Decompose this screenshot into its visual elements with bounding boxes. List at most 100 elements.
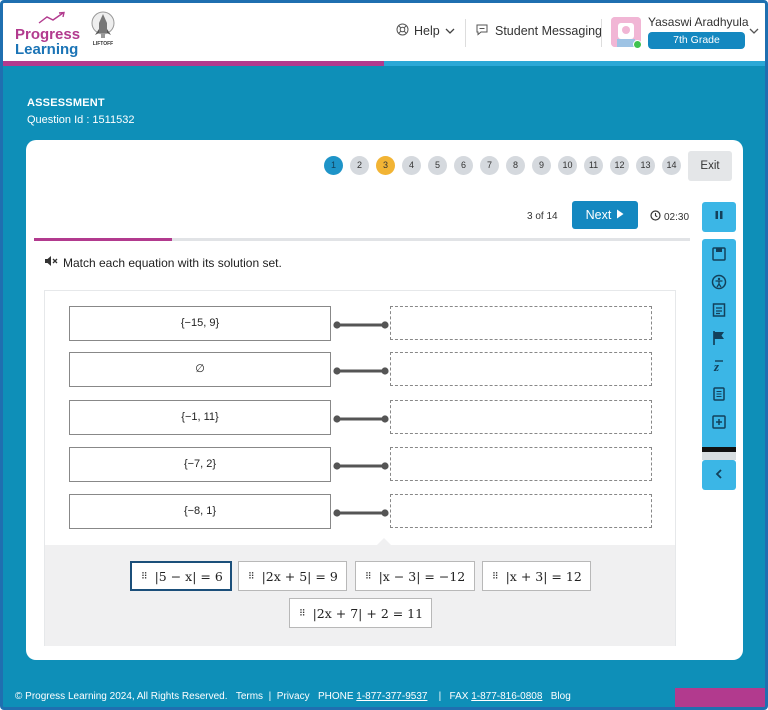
terms-link[interactable]: Terms: [236, 691, 263, 702]
drag-handle-icon[interactable]: ⠿: [299, 608, 306, 619]
page-11-button[interactable]: 11: [584, 156, 603, 175]
accessibility-icon[interactable]: [710, 273, 728, 291]
drag-handle-icon[interactable]: ⠿: [248, 571, 255, 582]
match-connector: [333, 459, 389, 471]
header-divider: [601, 19, 602, 47]
tools-rail: z: [702, 239, 736, 449]
answer-chip-label: |x − 3| = −12: [378, 568, 466, 584]
play-icon: [616, 208, 624, 222]
logo-swoosh-icon: [37, 11, 67, 28]
match-connector: [333, 506, 389, 518]
chat-icon: [475, 23, 489, 39]
drop-zone[interactable]: [390, 494, 652, 528]
fax-label: FAX: [449, 691, 469, 702]
student-messaging-button[interactable]: Student Messaging: [475, 23, 602, 39]
translate-icon[interactable]: z: [710, 357, 728, 375]
copyright: © Progress Learning 2024, All Rights Res…: [15, 691, 228, 702]
reference-sheet-icon[interactable]: [710, 301, 728, 319]
solution-set-label: {−7, 2}: [69, 447, 331, 482]
speaker-muted-icon[interactable]: [44, 255, 58, 270]
liftoff-label: LIFTOFF: [92, 41, 114, 47]
phone-label: PHONE: [317, 691, 354, 702]
page-13-button[interactable]: 13: [636, 156, 655, 175]
blog-link[interactable]: Blog: [551, 691, 571, 702]
solution-set-label: {−15, 9}: [69, 306, 331, 341]
user-name[interactable]: Yasaswi Aradhyula: [648, 15, 749, 29]
footer-separator: |: [438, 691, 442, 702]
fax-link[interactable]: 1-877-816-0808: [471, 691, 542, 702]
answer-chip[interactable]: ⠿ |2x + 7| + 2 = 11: [289, 598, 432, 628]
user-menu-chevron-icon[interactable]: [749, 27, 759, 38]
grade-badge: 7th Grade: [648, 32, 745, 49]
solution-set-label: ∅: [69, 352, 331, 387]
answer-bank: ⠿ |5 − x| = 6 ⠿ |2x + 5| = 9 ⠿ |x − 3| = −12 ⠿…: [45, 538, 675, 646]
page-9-button[interactable]: 9: [532, 156, 551, 175]
matching-workspace: ⠿ |5 − x| = 6 ⠿ |2x + 5| = 9 ⠿ |x − 3| = −12 ⠿…: [44, 290, 676, 646]
drag-handle-icon[interactable]: ⠿: [365, 571, 372, 582]
privacy-link[interactable]: Privacy: [277, 691, 310, 702]
question-card: 1 2 3 4 5 6 7 8 9 10 11 12 13 14 Exit 3 of 14 Next 02…: [26, 140, 743, 660]
help-icon: [396, 23, 409, 39]
bank-notch: [377, 538, 391, 545]
header-divider: [465, 19, 466, 47]
online-status-indicator: [633, 40, 642, 49]
drag-handle-icon[interactable]: ⠿: [141, 571, 148, 582]
page-10-button[interactable]: 10: [558, 156, 577, 175]
page-4-button[interactable]: 4: [402, 156, 421, 175]
answer-chip[interactable]: ⠿ |x + 3| = 12: [482, 561, 591, 591]
page-14-button[interactable]: 14: [662, 156, 681, 175]
answer-chip-label: |2x + 7| + 2 = 11: [312, 605, 424, 621]
progress-learning-logo[interactable]: Progress Learning: [15, 11, 81, 58]
answer-chip[interactable]: ⠿ |5 − x| = 6: [130, 561, 232, 591]
top-header: Progress Learning LIFTOFF Help Student M…: [3, 3, 765, 63]
match-connector: [333, 412, 389, 424]
notepad-icon[interactable]: [710, 385, 728, 403]
next-button[interactable]: Next: [572, 201, 638, 229]
logo-line1: Progress: [15, 26, 81, 43]
question-prompt: Match each equation with its solution se…: [44, 255, 282, 270]
answer-chip[interactable]: ⠿ |x − 3| = −12: [355, 561, 475, 591]
phone-link[interactable]: 1-877-377-9537: [356, 691, 427, 702]
page-8-button[interactable]: 8: [506, 156, 525, 175]
chevron-left-icon: [715, 467, 723, 482]
chevron-down-icon: [445, 24, 455, 38]
collapse-tools-button[interactable]: [702, 460, 736, 490]
logo-line2: Learning: [15, 41, 79, 58]
drop-zone[interactable]: [390, 400, 652, 434]
footer-accent: [675, 688, 765, 707]
page-6-button[interactable]: 6: [454, 156, 473, 175]
app-frame: Progress Learning LIFTOFF Help Student M…: [0, 0, 768, 710]
timer-value: 02:30: [664, 211, 690, 223]
drop-zone[interactable]: [390, 352, 652, 386]
help-menu[interactable]: Help: [396, 23, 455, 39]
drag-handle-icon[interactable]: ⠿: [492, 571, 499, 582]
page-2-button[interactable]: 2: [350, 156, 369, 175]
page-5-button[interactable]: 5: [428, 156, 447, 175]
solution-set-label: {−8, 1}: [69, 494, 331, 529]
notes-icon[interactable]: [710, 413, 728, 431]
save-icon[interactable]: [710, 245, 728, 263]
pause-button[interactable]: [702, 202, 736, 232]
question-id: Question Id : 1511532: [27, 114, 135, 126]
drop-zone[interactable]: [390, 306, 652, 340]
help-label: Help: [414, 24, 440, 38]
exit-button[interactable]: Exit: [688, 151, 732, 181]
drop-zone[interactable]: [390, 447, 652, 481]
footer-separator: |: [268, 691, 272, 702]
match-connector: [333, 364, 389, 376]
page-7-button[interactable]: 7: [480, 156, 499, 175]
solution-set-label: {−1, 11}: [69, 400, 331, 435]
match-connector: [333, 318, 389, 330]
rail-scroll-track[interactable]: [702, 452, 736, 460]
prompt-text: Match each equation with its solution se…: [63, 255, 282, 270]
overall-progress-fill: [3, 61, 384, 66]
next-label: Next: [585, 208, 612, 222]
page-1-button[interactable]: 1: [324, 156, 343, 175]
page-12-button[interactable]: 12: [610, 156, 629, 175]
flag-icon[interactable]: [710, 329, 728, 347]
page-3-button[interactable]: 3: [376, 156, 395, 175]
messaging-label: Student Messaging: [495, 24, 603, 38]
overall-progress-bar: [3, 61, 765, 66]
answer-chip[interactable]: ⠿ |2x + 5| = 9: [238, 561, 347, 591]
clock-icon: [650, 210, 661, 224]
